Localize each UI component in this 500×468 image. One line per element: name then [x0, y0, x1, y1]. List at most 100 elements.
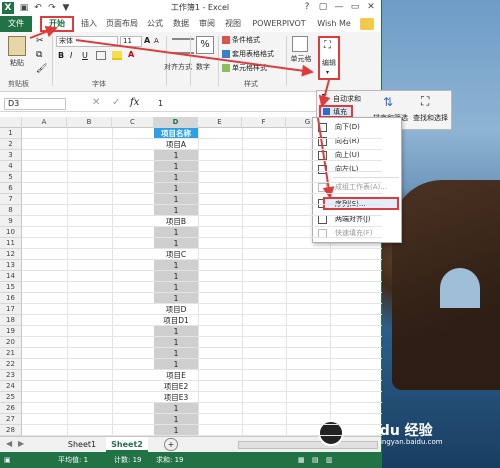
normal-view-icon[interactable]: ▦ [298, 452, 305, 468]
tab-formulas[interactable]: 公式 [144, 16, 166, 32]
column-header[interactable]: C [112, 117, 154, 128]
insert-function-button[interactable]: fx [130, 97, 139, 108]
font-color-icon[interactable]: A [128, 50, 134, 59]
row-header[interactable]: 24 [0, 381, 22, 392]
cancel-icon[interactable]: ✕ [92, 97, 100, 108]
fill-option-icon [318, 215, 327, 224]
row-header[interactable]: 28 [0, 425, 22, 436]
row-header[interactable]: 1 [0, 128, 22, 139]
copy-icon[interactable]: ⧉ [36, 50, 42, 60]
italic-button[interactable]: I [70, 51, 72, 60]
minimize-button[interactable]: — [332, 1, 346, 14]
bold-button[interactable]: B [58, 51, 64, 60]
tab-data[interactable]: 数据 [170, 16, 192, 32]
tab-view[interactable]: 视图 [222, 16, 244, 32]
row-header[interactable]: 11 [0, 238, 22, 249]
tab-home[interactable]: 开始 [40, 16, 74, 32]
cells-icon[interactable] [292, 36, 308, 52]
tab-review[interactable]: 审阅 [196, 16, 218, 32]
border-icon[interactable] [96, 51, 106, 60]
help-button[interactable]: ? [300, 1, 314, 14]
table-format-button[interactable]: 套用表格格式 [232, 49, 274, 59]
row-header[interactable]: 5 [0, 172, 22, 183]
fill-menu-item[interactable]: 向右(R) [335, 135, 359, 148]
name-box[interactable]: D3 [4, 98, 66, 110]
number-button[interactable]: 数字 [190, 62, 216, 72]
add-sheet-button[interactable]: + [164, 438, 178, 451]
tab-user[interactable]: Wish Me [314, 16, 354, 32]
font-size-select[interactable]: 11 [120, 36, 142, 47]
cell-style-button[interactable]: 单元格样式 [232, 63, 267, 73]
column-header[interactable]: A [22, 117, 67, 128]
undo-icon[interactable]: ↶ [32, 2, 44, 14]
paste-button[interactable]: 粘贴 [4, 58, 30, 68]
row-header[interactable]: 12 [0, 249, 22, 260]
autosum-button[interactable]: 自动求和 [333, 94, 361, 104]
sheet-tab-sheet1[interactable]: Sheet1 [60, 437, 104, 452]
font-name-select[interactable]: 宋体 [56, 36, 118, 47]
editing-button[interactable]: ⛶ 编辑 ▾ [318, 36, 340, 80]
sheet-tab-sheet2[interactable]: Sheet2 [106, 437, 148, 452]
row-header[interactable]: 27 [0, 414, 22, 425]
format-painter-icon[interactable]: 🖌 [36, 64, 47, 74]
row-header[interactable]: 8 [0, 205, 22, 216]
row-header[interactable]: 9 [0, 216, 22, 227]
row-header[interactable]: 15 [0, 282, 22, 293]
enter-icon[interactable]: ✓ [112, 97, 120, 108]
gridline [22, 391, 382, 392]
tab-page-layout[interactable]: 页面布局 [102, 16, 142, 32]
grow-font-button[interactable]: A [144, 36, 150, 45]
row-header[interactable]: 22 [0, 359, 22, 370]
cells-button[interactable]: 单元格 [284, 54, 318, 64]
row-header[interactable]: 6 [0, 183, 22, 194]
close-button[interactable]: ✕ [364, 1, 378, 14]
tab-file[interactable]: 文件 [0, 16, 32, 32]
underline-button[interactable]: U [82, 51, 88, 60]
conditional-format-button[interactable]: 条件格式 [232, 35, 260, 45]
redo-icon[interactable]: ↷ [46, 2, 58, 14]
find-select-button[interactable]: 查找和选择 [413, 113, 448, 123]
row-header[interactable]: 14 [0, 271, 22, 282]
page-layout-view-icon[interactable]: ▤ [312, 452, 319, 468]
cut-icon[interactable]: ✂ [36, 36, 44, 46]
row-header[interactable]: 4 [0, 161, 22, 172]
ribbon-display-button[interactable]: ▢ [316, 1, 330, 14]
shrink-font-button[interactable]: A [154, 37, 159, 45]
save-icon[interactable]: ▣ [18, 2, 30, 14]
filter-icon[interactable]: ▼ [60, 2, 72, 14]
rock-arch [440, 268, 480, 308]
row-header[interactable]: 7 [0, 194, 22, 205]
maximize-button[interactable]: ▭ [348, 1, 362, 14]
row-header[interactable]: 18 [0, 315, 22, 326]
column-header[interactable]: E [198, 117, 242, 128]
row-header[interactable]: 21 [0, 348, 22, 359]
row-header[interactable]: 3 [0, 150, 22, 161]
fill-menu-item[interactable]: 向下(D) [335, 121, 360, 134]
column-header[interactable]: B [67, 117, 112, 128]
column-header[interactable]: D [154, 117, 198, 128]
percent-button[interactable]: % [196, 36, 214, 54]
fill-menu-item[interactable]: 向左(L) [335, 163, 358, 176]
paste-icon[interactable] [8, 36, 26, 56]
gridline [22, 160, 382, 161]
formula-input[interactable]: 1 [158, 98, 163, 110]
fill-color-icon[interactable] [112, 51, 122, 60]
row-header[interactable]: 23 [0, 370, 22, 381]
select-all-corner[interactable] [0, 117, 22, 128]
row-header[interactable]: 25 [0, 392, 22, 403]
tab-insert[interactable]: 插入 [78, 16, 100, 32]
page-break-view-icon[interactable]: ▥ [326, 452, 333, 468]
smiley-icon[interactable] [360, 18, 374, 30]
row-header[interactable]: 2 [0, 139, 22, 150]
tab-powerpivot[interactable]: POWERPIVOT [250, 16, 308, 32]
row-header[interactable]: 10 [0, 227, 22, 238]
row-header[interactable]: 20 [0, 337, 22, 348]
row-header[interactable]: 13 [0, 260, 22, 271]
row-header[interactable]: 16 [0, 293, 22, 304]
row-header[interactable]: 17 [0, 304, 22, 315]
column-header[interactable]: F [242, 117, 286, 128]
row-header[interactable]: 26 [0, 403, 22, 414]
scroll-left-icon[interactable]: ◀ [6, 439, 12, 448]
scroll-right-icon[interactable]: ▶ [18, 439, 24, 448]
row-header[interactable]: 19 [0, 326, 22, 337]
